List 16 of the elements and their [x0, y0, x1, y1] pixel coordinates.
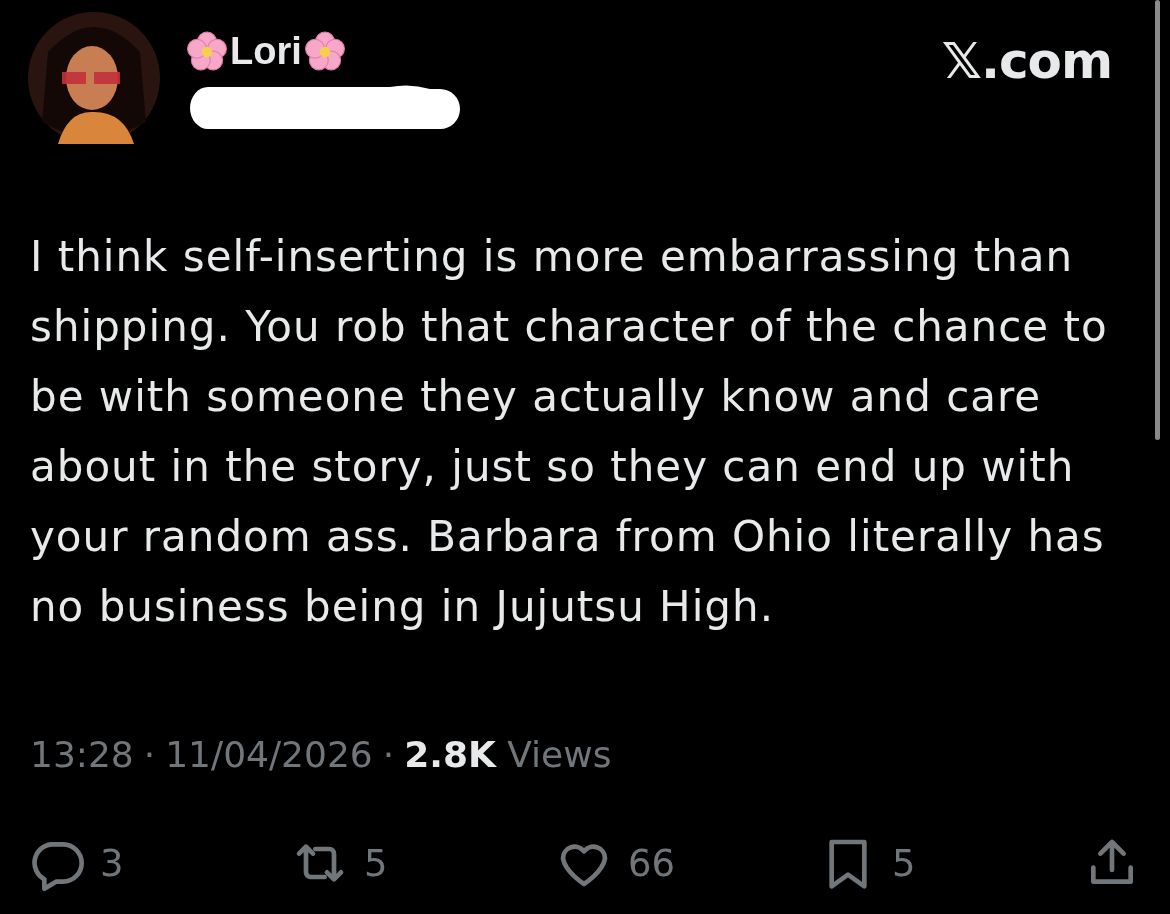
action-count: 5	[892, 841, 916, 885]
views-count: 2.8K Views	[404, 734, 612, 775]
display-name[interactable]: Lori	[230, 30, 302, 73]
action-count: 5	[364, 841, 388, 885]
action-count: 3	[100, 841, 124, 885]
post-date: 11/04/2026	[165, 734, 373, 775]
flower-icon	[186, 30, 228, 73]
scrollbar[interactable]	[1155, 0, 1160, 440]
action-count: 66	[628, 841, 676, 885]
post-text: I think self-inserting is more embarrassing than shipping. You rob that character of the chance to be with someone they actually know and care about in the story, just so they can end up with your random ass. Barbara from Ohio literally has no business being in Jujutsu High.	[30, 231, 1109, 633]
avatar[interactable]	[28, 12, 160, 144]
separator-dot: ·	[143, 734, 156, 775]
separator-dot: ·	[382, 734, 395, 775]
post-time: 13:28	[30, 734, 134, 775]
site-name: 𝕏.com	[941, 32, 1112, 90]
flower-icon	[303, 30, 346, 73]
